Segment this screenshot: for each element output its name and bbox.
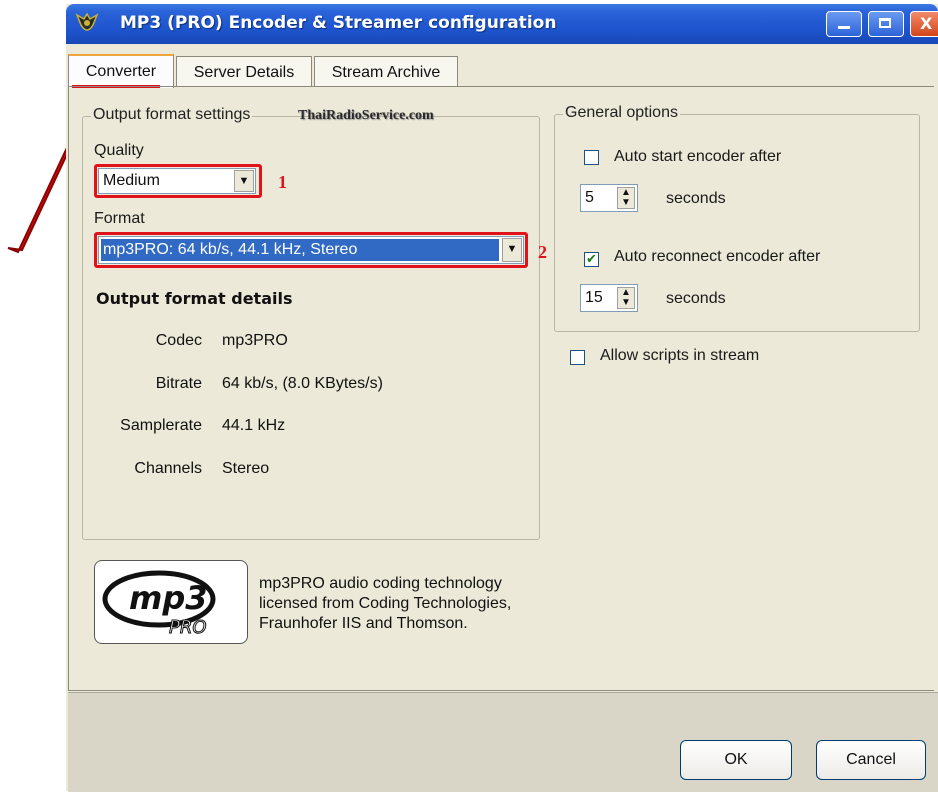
svg-text:mp3: mp3 <box>129 579 208 617</box>
app-icon <box>75 12 99 31</box>
ok-button[interactable]: OK <box>680 740 792 780</box>
output-details-title: Output format details <box>96 289 293 308</box>
window-title: MP3 (PRO) Encoder & Streamer configurati… <box>120 13 557 33</box>
detail-key-channels: Channels <box>134 460 202 477</box>
close-icon: X <box>920 14 933 33</box>
marker-1: 1 <box>278 172 287 192</box>
auto-reconnect-seconds-spinner[interactable]: 15 ▲ ▼ <box>580 284 638 312</box>
allow-scripts-label: Allow scripts in stream <box>600 347 760 364</box>
close-button[interactable]: X <box>910 11 938 37</box>
title-bar[interactable]: MP3 (PRO) Encoder & Streamer configurati… <box>66 4 938 44</box>
cancel-button[interactable]: Cancel <box>816 740 926 780</box>
auto-start-label: Auto start encoder after <box>614 148 782 165</box>
output-format-legend: Output format settings <box>91 106 253 124</box>
tab-server-details-label: Server Details <box>193 64 295 81</box>
tab-stream-archive-label: Stream Archive <box>331 64 441 81</box>
detail-value-samplerate: 44.1 kHz <box>222 417 286 434</box>
config-window: MP3 (PRO) Encoder & Streamer configurati… <box>66 4 938 792</box>
maximize-button[interactable] <box>868 11 904 37</box>
format-highlight <box>94 232 528 268</box>
watermark-text: ThaiRadioService.com <box>298 108 434 123</box>
mp3pro-logo-graphic: mp3 PRO <box>102 570 216 639</box>
about-text: mp3PRO audio coding technology licensed … <box>259 574 511 634</box>
allow-scripts-checkbox[interactable] <box>570 350 585 365</box>
auto-start-seconds-value: 5 <box>585 189 594 206</box>
detail-key-bitrate: Bitrate <box>155 375 202 392</box>
tab-converter[interactable]: Converter <box>68 54 174 88</box>
detail-key-codec: Codec <box>155 332 202 349</box>
about-line-3: Fraunhofer IIS and Thomson. <box>259 615 468 632</box>
maximize-icon <box>879 18 891 28</box>
auto-start-unit: seconds <box>666 190 726 207</box>
minimize-button[interactable] <box>826 11 862 37</box>
spinner-arrows-icon[interactable]: ▲ ▼ <box>617 287 635 309</box>
detail-value-codec: mp3PRO <box>222 332 288 349</box>
quality-label: Quality <box>94 142 144 159</box>
marker-2: 2 <box>538 242 547 262</box>
general-options-legend: General options <box>563 104 680 122</box>
dialog-footer <box>68 692 938 792</box>
auto-reconnect-unit: seconds <box>666 290 726 307</box>
auto-start-checkbox[interactable] <box>584 150 599 165</box>
quality-highlight <box>94 164 262 198</box>
tab-server-details[interactable]: Server Details <box>176 56 312 87</box>
detail-key-samplerate: Samplerate <box>120 417 202 434</box>
about-line-1: mp3PRO audio coding technology <box>259 575 502 592</box>
about-line-2: licensed from Coding Technologies, <box>259 595 512 612</box>
detail-value-bitrate: 64 kb/s, (8.0 KBytes/s) <box>222 375 383 392</box>
auto-reconnect-seconds-value: 15 <box>585 289 603 306</box>
auto-start-seconds-spinner[interactable]: 5 ▲ ▼ <box>580 184 638 212</box>
tab-stream-archive[interactable]: Stream Archive <box>314 56 458 87</box>
detail-value-channels: Stereo <box>222 460 270 477</box>
spinner-arrows-icon[interactable]: ▲ ▼ <box>617 187 635 209</box>
tab-converter-label: Converter <box>85 63 157 80</box>
svg-text:PRO: PRO <box>169 617 207 638</box>
format-label: Format <box>94 210 145 227</box>
auto-reconnect-checkbox[interactable]: ✔ <box>584 252 599 267</box>
minimize-icon <box>838 26 850 29</box>
auto-reconnect-label: Auto reconnect encoder after <box>614 248 821 265</box>
mp3pro-logo: mp3 PRO <box>94 560 248 644</box>
